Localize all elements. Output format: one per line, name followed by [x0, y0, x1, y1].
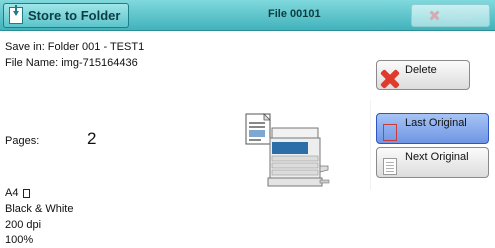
pages-value: 2 [87, 129, 97, 148]
title-bar: Store to Folder File 00101 Close [0, 0, 495, 31]
delete-x-icon [379, 68, 401, 90]
pages-label: Pages: [5, 135, 40, 147]
store-to-folder-icon [9, 5, 23, 24]
paper-size: A4 [5, 187, 31, 199]
document-icon [383, 158, 397, 175]
delete-button[interactable]: Delete [376, 60, 470, 90]
screen-title: Store to Folder [28, 8, 121, 23]
multifunction-printer-icon [245, 113, 330, 187]
portrait-page-icon [23, 188, 31, 198]
resolution-text: 200 dpi [5, 219, 42, 231]
delete-label: Delete [405, 64, 437, 76]
close-button: Close [411, 4, 490, 27]
next-original-label: Next Original [405, 150, 469, 163]
close-label: Close [443, 9, 473, 22]
last-original-label: Last Original [405, 116, 467, 129]
close-icon [429, 10, 440, 21]
zoom-text: 100% [5, 234, 34, 246]
next-original-button[interactable]: Next Original [376, 147, 489, 178]
file-title: File 00101 [268, 8, 321, 20]
file-name-text: File Name: img-715164436 [5, 57, 138, 69]
divider [370, 100, 371, 190]
color-mode-text: Black & White [5, 203, 74, 215]
document-icon [383, 124, 397, 141]
save-in-text: Save in: Folder 001 - TEST1 [5, 41, 145, 53]
store-to-folder-title-button[interactable]: Store to Folder [3, 3, 129, 28]
last-original-button[interactable]: Last Original [376, 113, 489, 144]
paper-size-text: A4 [5, 187, 19, 199]
